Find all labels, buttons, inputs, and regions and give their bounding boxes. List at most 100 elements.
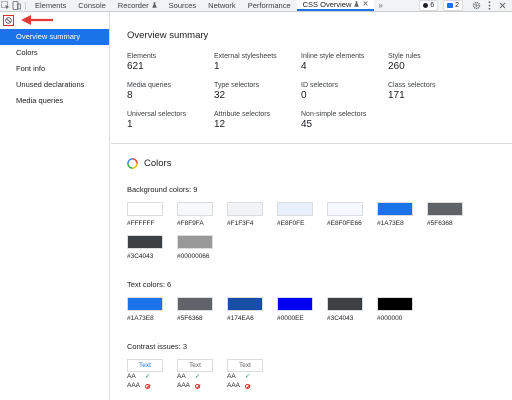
swatch-box[interactable] — [227, 202, 263, 216]
contrast-sample[interactable]: Text — [227, 359, 263, 372]
swatch-box[interactable] — [277, 297, 313, 311]
more-tabs-button[interactable]: » — [374, 1, 386, 10]
stat-item: Media queries 8 — [127, 82, 214, 102]
color-swatch[interactable]: #1A73E8 — [127, 297, 177, 322]
tab-sources[interactable]: Sources — [163, 0, 203, 11]
background-swatches: #FFFFFF #F8F9FA #F1F3F4 #E8F0FE #E8F0FE66 #1A… — [127, 202, 477, 268]
block-icon — [5, 17, 12, 24]
color-wheel-icon — [127, 158, 138, 169]
color-swatch[interactable]: #1A73E8 — [377, 202, 427, 227]
color-swatch[interactable]: #5F6368 — [427, 202, 477, 227]
color-swatch[interactable]: #FFFFFF — [127, 202, 177, 227]
close-icon[interactable] — [497, 0, 508, 11]
swatch-box[interactable] — [127, 202, 163, 216]
stat-label: Class selectors — [388, 82, 436, 89]
tab-elements[interactable]: Elements — [29, 0, 72, 11]
swatch-box[interactable] — [127, 297, 163, 311]
overview-summary-section: Overview summary Elements 621 External sty… — [111, 30, 512, 131]
inspect-element-icon[interactable] — [0, 0, 11, 11]
sidebar-item-font-info[interactable]: Font info — [0, 61, 109, 77]
color-swatch[interactable]: #E8F0FE — [277, 202, 327, 227]
devtools-tabbar: Elements Console Recorder Sources Network Per… — [0, 0, 512, 12]
message-icon — [447, 3, 454, 8]
flask-icon — [151, 1, 157, 10]
swatch-box[interactable] — [227, 297, 263, 311]
stat-value: 260 — [388, 61, 405, 72]
contrast-aaa-label: AAA — [227, 382, 241, 389]
color-swatch[interactable]: #000000 — [377, 297, 427, 322]
contrast-aa-label: AA — [227, 373, 236, 380]
swatch-label: #5F6368 — [177, 315, 203, 322]
swatch-label: #F1F3F4 — [227, 220, 254, 227]
stat-label: External stylesheets — [214, 53, 277, 60]
stat-item: ID selectors 0 — [301, 82, 388, 102]
section-divider — [111, 143, 512, 144]
swatch-box[interactable] — [177, 202, 213, 216]
swatch-box[interactable] — [377, 297, 413, 311]
color-swatch[interactable]: #00000066 — [177, 235, 227, 260]
sidebar-item-colors[interactable]: Colors — [0, 45, 109, 61]
fail-icon — [145, 383, 150, 389]
contrast-aaa-row: AAA — [177, 382, 213, 390]
error-count: 6 — [430, 2, 435, 9]
color-swatch[interactable]: #E8F0FE66 — [327, 202, 377, 227]
stat-item: Inline style elements 4 — [301, 53, 388, 73]
device-toolbar-icon[interactable] — [11, 0, 22, 11]
close-tab-icon[interactable] — [363, 1, 369, 8]
check-icon: ✓ — [195, 374, 201, 380]
sidebar-item-media-queries[interactable]: Media queries — [0, 93, 109, 109]
toolbar-right: 6 2 — [416, 0, 512, 11]
clear-overview-button[interactable] — [3, 15, 14, 26]
stat-label: Attribute selectors — [214, 111, 271, 118]
contrast-aaa-label: AAA — [177, 382, 191, 389]
tab-performance[interactable]: Performance — [242, 0, 297, 11]
stat-item: Elements 621 — [127, 53, 214, 73]
sidebar-item-overview-summary[interactable]: Overview summary — [0, 29, 109, 45]
color-swatch[interactable]: #3C4043 — [327, 297, 377, 322]
swatch-box[interactable] — [177, 297, 213, 311]
stat-value: 171 — [388, 90, 405, 101]
swatch-box[interactable] — [327, 202, 363, 216]
sidebar-item-unused-declarations[interactable]: Unused declarations — [0, 77, 109, 93]
swatch-box[interactable] — [377, 202, 413, 216]
swatch-box[interactable] — [277, 202, 313, 216]
contrast-sample[interactable]: Text — [177, 359, 213, 372]
contrast-issues-title: Contrast issues: 3 — [127, 342, 188, 351]
contrast-issue[interactable]: Text AA ✓ AAA — [227, 359, 263, 390]
tab-label: Sources — [168, 1, 197, 10]
swatch-box[interactable] — [127, 235, 163, 249]
swatch-box[interactable] — [327, 297, 363, 311]
stat-item: Style rules 260 — [388, 53, 475, 73]
contrast-issue[interactable]: Text AA ✓ AAA — [177, 359, 213, 390]
css-overview-report: Overview summary Elements 621 External sty… — [111, 12, 512, 400]
swatch-box[interactable] — [177, 235, 213, 249]
message-count-badge[interactable]: 2 — [443, 0, 463, 11]
swatch-label: #E8F0FE — [277, 220, 305, 227]
color-swatch[interactable]: #174EA6 — [227, 297, 277, 322]
color-swatch[interactable]: #5F6368 — [177, 297, 227, 322]
swatch-label: #5F6368 — [427, 220, 453, 227]
swatch-box[interactable] — [427, 202, 463, 216]
stat-label: Media queries — [127, 82, 171, 89]
color-swatch[interactable]: #F1F3F4 — [227, 202, 277, 227]
tab-network[interactable]: Network — [202, 0, 242, 11]
kebab-menu-icon[interactable] — [484, 0, 495, 11]
contrast-issue[interactable]: Text AA ✓ AAA — [127, 359, 163, 390]
stat-label: Elements — [127, 53, 157, 60]
tab-css-overview[interactable]: CSS Overview — [296, 0, 375, 11]
stat-item: Attribute selectors 12 — [214, 111, 301, 131]
gear-icon[interactable] — [471, 0, 482, 11]
tab-console[interactable]: Console — [72, 0, 112, 11]
color-swatch[interactable]: #F8F9FA — [177, 202, 227, 227]
color-swatch[interactable]: #3C4043 — [127, 235, 177, 260]
stat-label: Universal selectors — [127, 111, 187, 118]
error-count-badge[interactable]: 6 — [419, 0, 439, 11]
stat-value: 32 — [214, 90, 226, 101]
contrast-sample[interactable]: Text — [127, 359, 163, 372]
tab-recorder[interactable]: Recorder — [112, 0, 163, 11]
swatch-label: #F8F9FA — [177, 220, 204, 227]
colors-header: Colors — [127, 158, 496, 169]
color-swatch[interactable]: #0000EE — [277, 297, 327, 322]
stat-value: 4 — [301, 61, 307, 72]
contrast-aa-label: AA — [177, 373, 186, 380]
